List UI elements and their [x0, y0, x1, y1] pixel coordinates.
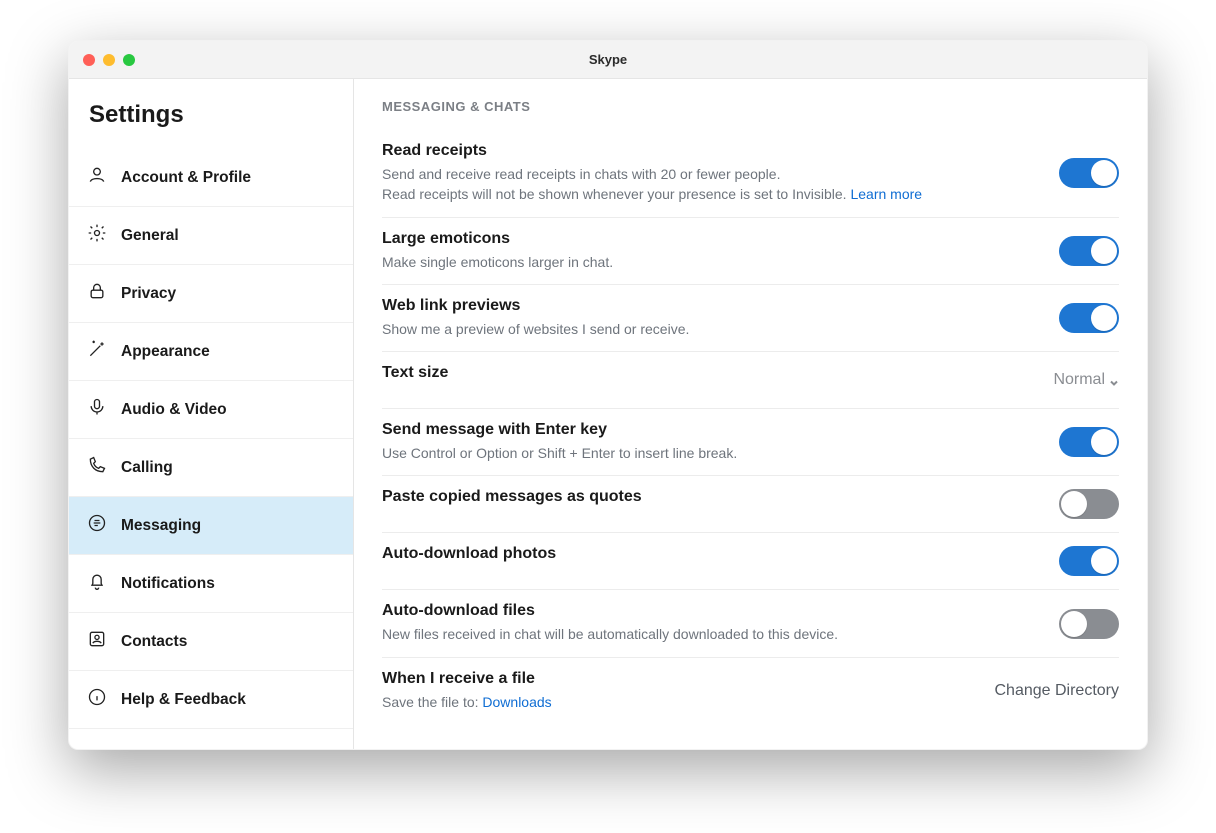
sidebar-item-calling[interactable]: Calling: [69, 439, 353, 497]
setting-row-web-link-previews: Web link previews Show me a preview of w…: [382, 285, 1119, 352]
setting-desc: Show me a preview of websites I send or …: [382, 319, 1039, 339]
setting-label: Read receipts: [382, 142, 1039, 160]
sidebar-item-audio-video[interactable]: Audio & Video: [69, 381, 353, 439]
setting-label: Web link previews: [382, 297, 1039, 315]
settings-heading: Settings: [69, 101, 353, 149]
bell-icon: [87, 571, 107, 596]
category-title: MESSAGING & CHATS: [382, 99, 1119, 114]
window-title: Skype: [69, 52, 1147, 67]
setting-desc2: Read receipts will not be shown whenever…: [382, 184, 1039, 204]
sidebar-item-label: Account & Profile: [121, 169, 251, 187]
setting-row-read-receipts: Read receipts Send and receive read rece…: [382, 130, 1119, 218]
paste-quotes-toggle[interactable]: [1059, 489, 1119, 519]
text-size-select[interactable]: Normal: [1053, 371, 1119, 389]
settings-content: MESSAGING & CHATS Read receipts Send and…: [354, 79, 1147, 749]
sidebar-item-general[interactable]: General: [69, 207, 353, 265]
setting-row-text-size: Text size Normal: [382, 352, 1119, 409]
sidebar-item-help[interactable]: Help & Feedback: [69, 671, 353, 729]
settings-sidebar: Settings Account & Profile General Priva…: [69, 79, 354, 749]
sidebar-item-label: Calling: [121, 459, 173, 477]
sidebar-item-privacy[interactable]: Privacy: [69, 265, 353, 323]
close-window-button[interactable]: [83, 54, 95, 66]
sidebar-item-account[interactable]: Account & Profile: [69, 149, 353, 207]
setting-desc2-text: Read receipts will not be shown whenever…: [382, 186, 850, 202]
setting-row-send-enter: Send message with Enter key Use Control …: [382, 409, 1119, 476]
text-size-value: Normal: [1053, 371, 1105, 389]
sidebar-item-label: Help & Feedback: [121, 691, 246, 709]
setting-label: Large emoticons: [382, 230, 1039, 248]
setting-label: Auto-download files: [382, 602, 1039, 620]
sidebar-item-label: Messaging: [121, 517, 201, 535]
maximize-window-button[interactable]: [123, 54, 135, 66]
contacts-icon: [87, 629, 107, 654]
info-icon: [87, 687, 107, 712]
sidebar-item-contacts[interactable]: Contacts: [69, 613, 353, 671]
sidebar-item-label: General: [121, 227, 179, 245]
user-icon: [87, 165, 107, 190]
setting-row-large-emoticons: Large emoticons Make single emoticons la…: [382, 218, 1119, 285]
setting-desc: Send and receive read receipts in chats …: [382, 164, 1039, 184]
sidebar-item-label: Notifications: [121, 575, 215, 593]
gear-icon: [87, 223, 107, 248]
setting-row-paste-quotes: Paste copied messages as quotes: [382, 476, 1119, 533]
sidebar-item-appearance[interactable]: Appearance: [69, 323, 353, 381]
mic-icon: [87, 397, 107, 422]
setting-desc: Make single emoticons larger in chat.: [382, 252, 1039, 272]
setting-label: Paste copied messages as quotes: [382, 488, 1039, 506]
setting-row-receive-file: When I receive a file Save the file to: …: [382, 658, 1119, 724]
setting-row-auto-download-files: Auto-download files New files received i…: [382, 590, 1119, 657]
sidebar-item-label: Contacts: [121, 633, 187, 651]
setting-label: Send message with Enter key: [382, 421, 1039, 439]
large-emoticons-toggle[interactable]: [1059, 236, 1119, 266]
setting-desc: Use Control or Option or Shift + Enter t…: [382, 443, 1039, 463]
wand-icon: [87, 339, 107, 364]
sidebar-item-messaging[interactable]: Messaging: [69, 497, 353, 555]
phone-icon: [87, 455, 107, 480]
web-link-previews-toggle[interactable]: [1059, 303, 1119, 333]
send-enter-toggle[interactable]: [1059, 427, 1119, 457]
titlebar: Skype: [69, 41, 1147, 79]
auto-download-photos-toggle[interactable]: [1059, 546, 1119, 576]
setting-desc: Save the file to: Downloads: [382, 692, 975, 712]
receive-file-desc-prefix: Save the file to:: [382, 694, 482, 710]
auto-download-files-toggle[interactable]: [1059, 609, 1119, 639]
setting-label: Auto-download photos: [382, 545, 1039, 563]
lock-icon: [87, 281, 107, 306]
setting-label: Text size: [382, 364, 1033, 382]
sidebar-item-notifications[interactable]: Notifications: [69, 555, 353, 613]
window-controls: [83, 54, 135, 66]
learn-more-link[interactable]: Learn more: [850, 186, 922, 202]
chevron-down-icon: [1109, 375, 1119, 385]
sidebar-item-label: Audio & Video: [121, 401, 227, 419]
setting-label: When I receive a file: [382, 670, 975, 688]
change-directory-button[interactable]: Change Directory: [995, 682, 1120, 700]
downloads-folder-link[interactable]: Downloads: [482, 694, 551, 710]
sidebar-item-label: Appearance: [121, 343, 210, 361]
read-receipts-toggle[interactable]: [1059, 158, 1119, 188]
minimize-window-button[interactable]: [103, 54, 115, 66]
setting-row-auto-download-photos: Auto-download photos: [382, 533, 1119, 590]
setting-desc: New files received in chat will be autom…: [382, 624, 1039, 644]
sidebar-item-label: Privacy: [121, 285, 176, 303]
chat-icon: [87, 513, 107, 538]
app-window: Skype Settings Account & Profile General: [68, 40, 1148, 750]
